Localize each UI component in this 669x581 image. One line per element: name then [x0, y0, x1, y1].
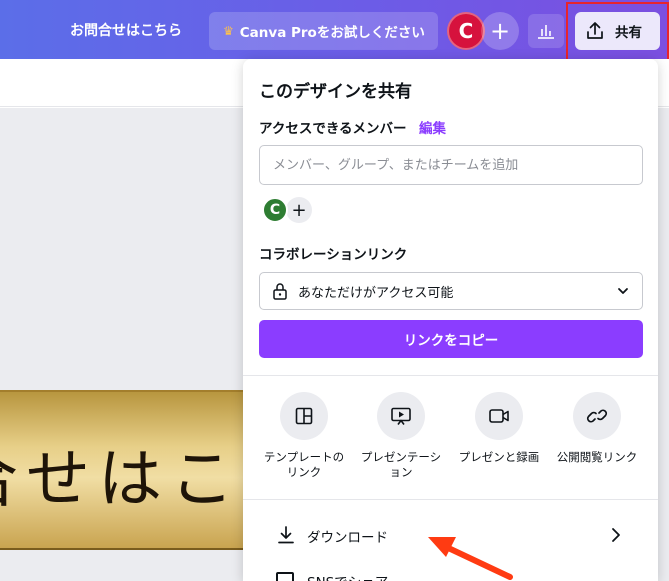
insights-button[interactable]	[528, 14, 564, 48]
present-and-record-option[interactable]: プレゼンと録画	[450, 392, 548, 465]
bar-chart-icon	[538, 25, 554, 39]
chevron-down-icon	[616, 284, 630, 302]
public-view-link-label: 公開閲覧リンク	[556, 450, 638, 464]
upload-icon	[587, 22, 603, 39]
add-member-button[interactable]: +	[286, 197, 312, 223]
copy-link-button[interactable]: リンクをコピー	[259, 320, 643, 358]
chevron-right-icon	[609, 526, 623, 548]
add-collaborator-button[interactable]: +	[481, 12, 519, 50]
contact-link[interactable]: お問合せはこちら	[70, 20, 182, 40]
template-link-label-1: テンプレートの	[263, 450, 345, 464]
social-share-icon	[276, 572, 294, 581]
video-camera-icon	[475, 392, 523, 440]
social-share-label[interactable]: SNSでシェア	[307, 571, 388, 581]
design-gold-banner[interactable]: 合せはこ	[0, 390, 260, 550]
lock-icon	[272, 282, 288, 300]
presentation-label-2: ョン	[389, 465, 413, 479]
user-avatar[interactable]: C	[447, 12, 485, 50]
divider	[243, 375, 658, 376]
divider	[243, 499, 658, 500]
presentation-icon	[377, 392, 425, 440]
public-view-link-option[interactable]: 公開閲覧リンク	[548, 392, 646, 465]
download-icon	[276, 525, 296, 549]
template-icon	[280, 392, 328, 440]
member-search-input[interactable]	[259, 145, 643, 185]
banner-text: 合せはこ	[0, 443, 242, 517]
presentation-label-1: プレゼンテーシ	[360, 450, 442, 464]
panel-title: このデザインを共有	[259, 82, 412, 102]
presentation-option[interactable]: プレゼンテーシ ョン	[352, 392, 450, 480]
members-heading: アクセスできるメンバー	[259, 121, 407, 137]
share-button[interactable]: 共有	[575, 12, 660, 50]
annotation-arrow	[428, 537, 513, 580]
member-avatar[interactable]: C	[262, 197, 288, 223]
template-link-option[interactable]: テンプレートの リンク	[255, 392, 353, 480]
download-label: ダウンロード	[307, 530, 388, 546]
share-panel: このデザインを共有 アクセスできるメンバー 編集 + C コラボレーションリンク…	[243, 59, 658, 581]
try-canva-pro-button[interactable]: ♛ Canva Proをお試しください	[209, 12, 438, 50]
top-bar: お問合せはこちら ♛ Canva Proをお試しください C + 共有	[0, 0, 669, 59]
access-level-select[interactable]: あなただけがアクセス可能	[259, 272, 643, 310]
try-canva-pro-label: Canva Proをお試しください	[239, 25, 425, 41]
link-icon	[573, 392, 621, 440]
collab-link-heading: コラボレーションリンク	[259, 247, 408, 263]
edit-link[interactable]: 編集	[419, 117, 446, 137]
present-and-record-label: プレゼンと録画	[458, 450, 540, 464]
share-button-label: 共有	[615, 25, 642, 41]
template-link-label-2: リンク	[286, 465, 322, 479]
access-level-value: あなただけがアクセス可能	[298, 285, 454, 301]
crown-icon: ♛	[223, 24, 234, 38]
